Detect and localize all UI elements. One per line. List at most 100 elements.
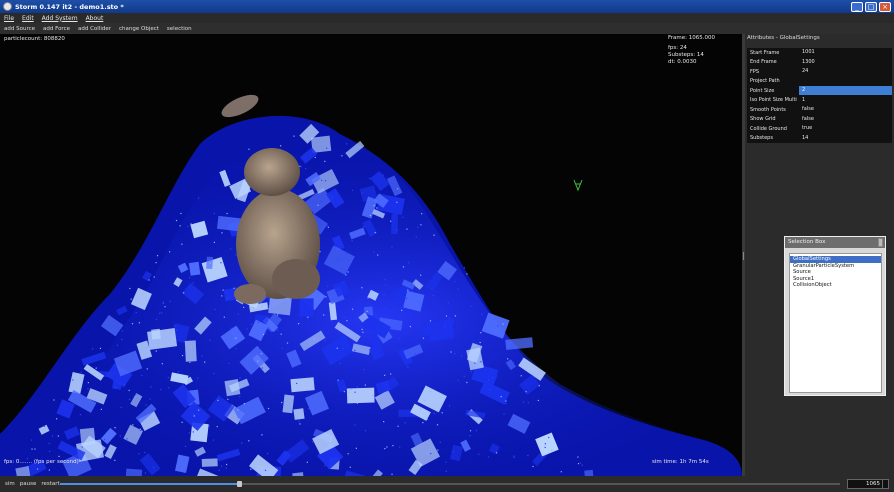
attribute-row[interactable]: FPS 24 [747,67,892,77]
particle-dot [281,401,283,404]
attribute-value[interactable]: true [799,124,892,133]
selection-button[interactable]: selection [167,26,192,32]
particle-dot [264,469,267,471]
particle-dot [384,278,386,281]
add-collider-button[interactable]: add Collider [78,26,111,32]
particle-dot [250,467,252,469]
attribute-row[interactable]: Point Size 2 [747,86,892,96]
particle-dot [361,287,363,289]
attribute-row[interactable]: Project Path [747,77,892,87]
menu-add-system[interactable]: Add System [42,15,78,22]
particle-dot [99,347,102,349]
particle-dot [230,248,232,250]
particle-dot [260,353,262,355]
particle-dot [308,407,310,410]
selection-box-title[interactable]: Selection Box [785,237,885,248]
particle-dot [218,469,220,471]
particle-dot [544,443,546,445]
particle-dot [58,455,60,458]
particle-dot [79,414,82,416]
particle-dot [437,449,439,451]
particle-dot [138,453,140,455]
selection-list-item[interactable]: CollisionObject [790,282,881,289]
particle-dot [407,366,409,368]
particle-dot [293,135,295,137]
attribute-row[interactable]: Smooth Points false [747,105,892,115]
particle-dot [209,262,211,264]
pause-button[interactable]: pause [20,481,37,487]
particle-dot [454,315,456,317]
particle-dot [560,471,562,473]
add-source-button[interactable]: add Source [4,26,35,32]
attribute-value[interactable]: false [799,115,892,124]
particle-dot [36,468,39,470]
particle-dot [414,353,417,355]
selection-list[interactable]: GlobalSettings GranularParticleSystem Sour… [789,253,882,393]
particle-dot [276,329,279,331]
particle-dot [386,446,388,448]
close-button[interactable]: × [879,1,891,12]
timeline-slider[interactable] [60,481,840,487]
change-object-button[interactable]: change Object [119,26,159,32]
sim-button[interactable]: sim [5,481,15,487]
app-icon [3,2,12,11]
attribute-value[interactable] [799,77,892,86]
particle-dot [480,361,482,363]
particle-dot [430,391,432,393]
attribute-row[interactable]: Start Frame 1001 [747,48,892,58]
fps-label: fps: 24 [668,45,687,51]
particle-dot [204,361,206,363]
attribute-value[interactable]: 14 [799,134,892,143]
menu-file[interactable]: File [4,15,14,22]
particle-dot [513,455,515,457]
maximize-button[interactable]: □ [865,1,877,12]
attribute-value[interactable]: 1300 [799,58,892,67]
title-bar: Storm 0.147 it2 - demo1.sto * _ □ × [0,0,894,13]
attribute-value[interactable]: 24 [799,67,892,76]
minimize-button[interactable]: _ [851,1,863,12]
selection-box-title-text: Selection Box [788,239,826,245]
particle-dot [197,377,199,379]
particle-dot [161,312,163,314]
particle-dot [402,266,405,268]
particle-dot [144,451,146,454]
menu-about[interactable]: About [86,15,104,22]
attribute-value[interactable]: 1001 [799,48,892,57]
particle-dot [181,421,183,423]
particle-dot [369,178,371,180]
particle-chunk [224,379,241,397]
particle-dot [341,155,343,157]
restart-button[interactable]: restart [41,481,59,487]
attribute-value[interactable]: 1 [799,96,892,105]
frame-spinbox[interactable]: 1065 [847,479,889,489]
particle-dot [130,298,132,300]
attribute-row[interactable]: Iso Point Size Multi 1 [747,96,892,106]
menu-edit[interactable]: Edit [22,15,34,22]
particle-dot [31,439,33,441]
particle-dot [168,251,171,253]
particle-dot [335,444,337,446]
particle-dot [469,430,472,432]
particle-dot [420,408,422,410]
selection-box-close-button[interactable] [878,238,883,247]
particle-dot [248,440,250,442]
attribute-value[interactable]: false [799,105,892,114]
attribute-row[interactable]: Show Grid false [747,115,892,125]
particle-chunk [419,325,429,336]
attribute-value[interactable]: 2 [799,86,892,96]
attribute-key: FPS [750,68,760,75]
attribute-row[interactable]: Collide Ground true [747,124,892,134]
particle-chunk [290,377,315,393]
timeline-handle[interactable] [237,481,243,487]
particle-dot [463,267,465,269]
attribute-row[interactable]: End Frame 1300 [747,58,892,68]
particle-dot [447,302,449,304]
3d-viewport[interactable]: particlecount: 808820 Frame: 1065.000 fp… [0,34,742,476]
frame-spin-arrows[interactable] [882,480,887,488]
particle-dot [124,384,126,386]
particle-dot [276,314,279,316]
particle-dot [150,386,152,388]
add-force-button[interactable]: add Force [43,26,70,32]
particle-dot [299,423,301,425]
attribute-row[interactable]: Substeps 14 [747,134,892,144]
